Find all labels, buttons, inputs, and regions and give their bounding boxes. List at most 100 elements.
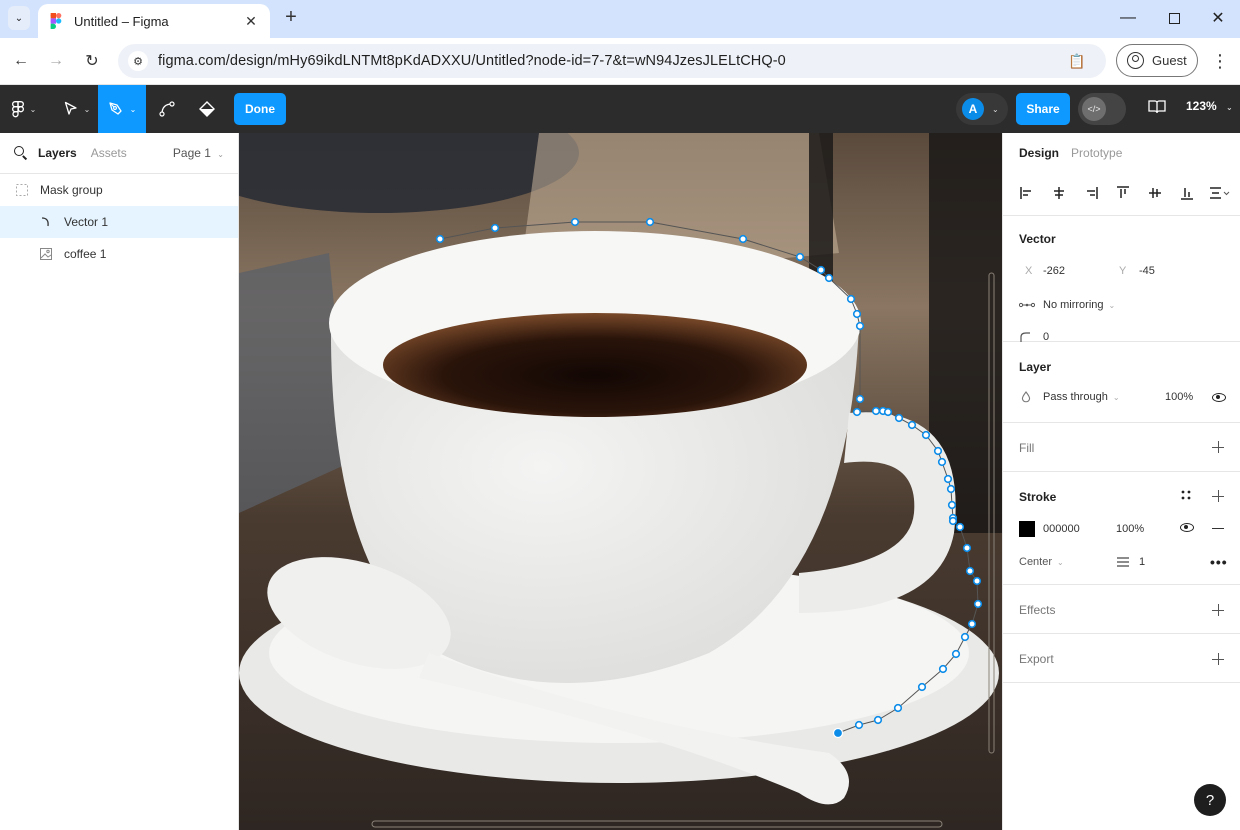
profile-button[interactable]: Guest xyxy=(1116,44,1198,77)
url-text[interactable]: figma.com/design/mHy69ikdLNTMt8pKdADXXU/… xyxy=(158,53,1062,69)
anchor-point[interactable] xyxy=(570,217,580,227)
anchor-point[interactable] xyxy=(824,273,834,283)
anchor-point[interactable] xyxy=(855,321,865,331)
anchor-point[interactable] xyxy=(933,446,943,456)
anchor-point[interactable] xyxy=(854,720,864,730)
anchor-point[interactable] xyxy=(816,265,826,275)
selected-anchor-point[interactable] xyxy=(832,727,844,739)
anchor-point[interactable] xyxy=(955,522,965,532)
anchor-point[interactable] xyxy=(894,413,904,423)
eye-icon[interactable] xyxy=(1180,523,1194,532)
anchor-point[interactable] xyxy=(938,664,948,674)
stroke-color-swatch[interactable] xyxy=(1019,521,1035,537)
anchor-point[interactable] xyxy=(852,309,862,319)
main-menu-button[interactable]: ⌄ xyxy=(4,85,44,133)
close-tab-icon[interactable]: ✕ xyxy=(242,13,260,30)
eye-icon[interactable] xyxy=(1212,393,1226,402)
align-right-icon[interactable] xyxy=(1083,185,1099,201)
anchor-point[interactable] xyxy=(645,217,655,227)
search-icon[interactable] xyxy=(14,146,28,160)
add-export-plus-icon[interactable] xyxy=(1212,653,1224,665)
anchor-point[interactable] xyxy=(873,715,883,725)
anchor-point[interactable] xyxy=(921,430,931,440)
add-fill-plus-icon[interactable] xyxy=(1212,441,1224,453)
anchor-point[interactable] xyxy=(917,682,927,692)
stroke-weight-field[interactable]: 1 xyxy=(1117,553,1145,571)
stroke-styles-grid-icon[interactable] xyxy=(1181,490,1191,500)
anchor-point[interactable] xyxy=(937,457,947,467)
mirroring-dropdown[interactable]: No mirroring ⌄ xyxy=(1019,294,1115,316)
tab-search-button[interactable]: ⌄ xyxy=(8,6,30,30)
x-position-field[interactable]: X -262 xyxy=(1019,262,1103,284)
tab-prototype[interactable]: Prototype xyxy=(1071,146,1122,160)
anchor-point[interactable] xyxy=(967,619,977,629)
close-window-icon[interactable]: ✕ xyxy=(1196,0,1240,36)
layer-row-coffee-1[interactable]: coffee 1 xyxy=(0,238,238,270)
anchor-point[interactable] xyxy=(947,500,957,510)
anchor-point[interactable] xyxy=(946,484,956,494)
anchor-point[interactable] xyxy=(943,474,953,484)
add-stroke-plus-icon[interactable] xyxy=(1212,490,1224,502)
multiplayer-menu[interactable]: A ⌄ xyxy=(956,93,1008,125)
url-field[interactable]: ⚙ figma.com/design/mHy69ikdLNTMt8pKdADXX… xyxy=(118,44,1106,78)
help-button[interactable]: ? xyxy=(1194,784,1226,816)
maximize-icon[interactable] xyxy=(1152,0,1196,36)
anchor-point[interactable] xyxy=(795,252,805,262)
menu-kebab-icon[interactable]: ⋮ xyxy=(1208,48,1232,74)
done-button[interactable]: Done xyxy=(234,93,286,125)
clipboard-icon[interactable]: 📋 xyxy=(1062,53,1092,70)
anchor-point[interactable] xyxy=(883,407,893,417)
anchor-point[interactable] xyxy=(972,576,982,586)
align-horizontal-center-icon[interactable] xyxy=(1051,185,1067,201)
anchor-point[interactable] xyxy=(846,294,856,304)
share-button[interactable]: Share xyxy=(1016,93,1070,125)
align-bottom-icon[interactable] xyxy=(1179,185,1195,201)
anchor-point[interactable] xyxy=(871,406,881,416)
tab-layers[interactable]: Layers xyxy=(38,146,77,160)
anchor-point[interactable] xyxy=(490,223,500,233)
tab-design[interactable]: Design xyxy=(1019,146,1059,160)
y-position-field[interactable]: Y -45 xyxy=(1115,262,1199,284)
layer-opacity-field[interactable]: 100% xyxy=(1165,391,1193,403)
design-canvas[interactable] xyxy=(239,133,1002,830)
stroke-opacity-field[interactable]: 100% xyxy=(1116,523,1144,535)
anchor-point[interactable] xyxy=(973,599,983,609)
anchor-point[interactable] xyxy=(960,632,970,642)
add-effect-plus-icon[interactable] xyxy=(1212,604,1224,616)
stroke-position-dropdown[interactable]: Center ⌄ xyxy=(1019,553,1064,571)
anchor-point[interactable] xyxy=(962,543,972,553)
browser-tab[interactable]: Untitled – Figma ✕ xyxy=(38,4,270,38)
move-tool-button[interactable]: ⌄ xyxy=(56,85,98,133)
more-options-icon[interactable]: ••• xyxy=(1210,554,1228,570)
tab-assets[interactable]: Assets xyxy=(91,146,127,160)
anchor-point[interactable] xyxy=(855,394,865,404)
anchor-point[interactable] xyxy=(948,516,958,526)
back-icon[interactable]: ← xyxy=(8,48,34,74)
minimize-icon[interactable]: — xyxy=(1106,0,1150,36)
anchor-point[interactable] xyxy=(738,234,748,244)
distribute-spacing-icon[interactable] xyxy=(1209,185,1231,201)
paint-bucket-tool-button[interactable] xyxy=(192,85,222,133)
reload-icon[interactable]: ↻ xyxy=(79,48,105,74)
library-book-icon[interactable] xyxy=(1146,99,1168,119)
align-top-icon[interactable] xyxy=(1115,185,1131,201)
layer-row-mask-group[interactable]: Mask group xyxy=(0,174,238,206)
align-left-icon[interactable] xyxy=(1019,185,1035,201)
layer-row-vector-1[interactable]: Vector 1 xyxy=(0,206,238,238)
anchor-point[interactable] xyxy=(435,234,445,244)
anchor-point[interactable] xyxy=(852,407,862,417)
anchor-point[interactable] xyxy=(893,703,903,713)
bend-tool-button[interactable] xyxy=(152,85,182,133)
anchor-point[interactable] xyxy=(965,566,975,576)
site-info-icon[interactable]: ⚙ xyxy=(128,51,148,71)
pen-tool-button[interactable]: ⌄ xyxy=(98,85,146,133)
new-tab-icon[interactable]: + xyxy=(280,6,302,30)
zoom-level-dropdown[interactable]: 123% ⌄ xyxy=(1186,99,1233,113)
forward-icon[interactable]: → xyxy=(43,48,69,74)
anchor-point[interactable] xyxy=(951,649,961,659)
align-vertical-center-icon[interactable] xyxy=(1147,185,1163,201)
avatar[interactable]: A xyxy=(962,98,984,120)
remove-stroke-minus-icon[interactable] xyxy=(1212,528,1224,529)
blend-mode-dropdown[interactable]: Pass through ⌄ xyxy=(1021,388,1120,406)
dev-mode-toggle[interactable]: </> xyxy=(1078,93,1126,125)
